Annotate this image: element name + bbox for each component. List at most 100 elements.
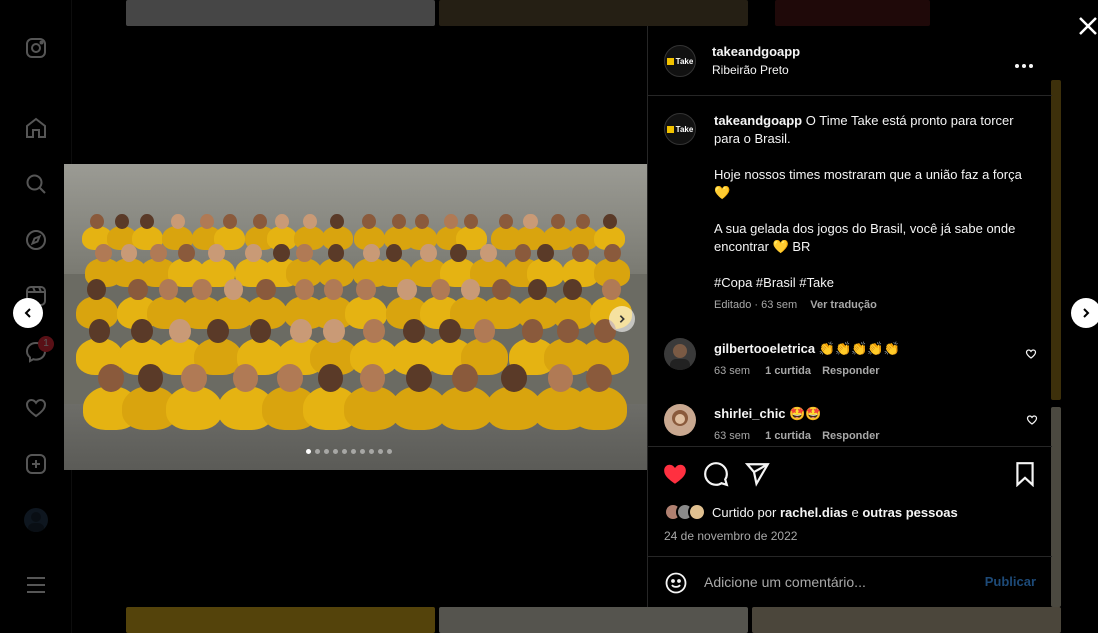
photo-person-head (290, 319, 312, 343)
comment-likes[interactable]: 1 curtida (765, 430, 811, 442)
caption-line: takeandgoapp O Time Take está pronto par… (714, 113, 1014, 146)
photo-person-head (452, 364, 478, 392)
comment-item: shirlei_chic 🤩🤩 63 sem 1 curtida Respond… (714, 406, 1014, 442)
comment-composer: Adicione um comentário... Publicar (648, 556, 1052, 607)
photo-person-head (359, 364, 386, 392)
photo-person-head (170, 214, 185, 230)
photo-person-head (192, 279, 212, 300)
comment-item: gilbertooeletrica 👏👏👏👏👏 63 sem 1 curtida… (714, 341, 1014, 377)
photo-person-head (406, 364, 432, 392)
liked-by-summary: Curtido por rachel.dias e outras pessoas (664, 503, 958, 521)
chevron-right-icon (1083, 308, 1090, 318)
save-bookmark-icon[interactable] (1012, 461, 1038, 487)
photo-person (165, 386, 222, 430)
photo-person-head (295, 244, 313, 263)
reply-button[interactable]: Responder (822, 430, 879, 442)
comment-clip: shirlei_chic 🤩🤩 63 sem 1 curtida Respond… (648, 396, 1052, 446)
close-icon[interactable] (1076, 14, 1098, 38)
photo-person-head (128, 279, 148, 300)
caption-line: A sua gelada dos jogos do Brasil, você j… (714, 221, 1016, 254)
chevron-right-icon (619, 315, 625, 323)
photo-person-head (158, 279, 178, 300)
photo-person-head (438, 319, 461, 343)
photo-person-head (521, 319, 544, 343)
photo-person-head (362, 319, 385, 343)
carousel-dots (306, 449, 392, 454)
photo-person-head (207, 319, 230, 343)
carousel-dot (324, 449, 329, 454)
comment-like-heart-icon[interactable] (1026, 414, 1038, 426)
photo-person-head (585, 364, 612, 392)
photo-person-head (137, 364, 164, 392)
chevron-left-icon (24, 308, 31, 318)
photo-person-head (245, 244, 262, 263)
header-username[interactable]: takeandgoapp (712, 44, 800, 59)
photo-person-head (523, 214, 538, 230)
commenter-avatar[interactable] (664, 404, 696, 436)
liked-by-user[interactable]: rachel.dias (780, 505, 848, 520)
post-panel: Take takeandgoapp Ribeirão Preto Take ta… (647, 26, 1052, 607)
photo-person-head (403, 319, 426, 343)
photo-person-head (572, 244, 589, 263)
photo-person-head (302, 214, 317, 230)
photo-person-head (256, 279, 276, 300)
photo-person-head (363, 244, 380, 263)
carousel-dot (360, 449, 365, 454)
post-actions: Curtido por rachel.dias e outras pessoas… (648, 446, 1052, 556)
photo-person-head (397, 279, 417, 300)
caption-meta: Editado · 63 sem Ver tradução (714, 299, 877, 311)
comment-like-heart-icon[interactable] (1025, 348, 1037, 360)
carousel-dot (315, 449, 320, 454)
photo-person-head (430, 279, 451, 300)
liked-by-others[interactable]: outras pessoas (862, 505, 957, 520)
caption-hashtags[interactable]: #Copa #Brasil #Take (714, 274, 1034, 292)
commenter-avatar[interactable] (664, 338, 696, 370)
take-logo-icon (666, 57, 674, 65)
photo-person (570, 386, 627, 430)
comment-time: 63 sem (714, 430, 751, 442)
photo-person-head (181, 364, 207, 392)
post-photo[interactable] (64, 164, 647, 470)
photo-person-head (537, 244, 554, 263)
previous-post-button[interactable] (13, 298, 43, 328)
share-send-icon[interactable] (744, 461, 770, 487)
comment-username[interactable]: gilbertooeletrica (714, 341, 815, 356)
carousel-dot (333, 449, 338, 454)
photo-person-head (169, 319, 191, 343)
header-location[interactable]: Ribeirão Preto (712, 63, 800, 77)
comment-username[interactable]: shirlei_chic (714, 406, 786, 421)
caption-username[interactable]: takeandgoapp (714, 113, 802, 128)
photo-person-head (420, 244, 437, 263)
carousel-dot (369, 449, 374, 454)
like-heart-filled-icon[interactable] (662, 461, 688, 487)
comment-bubble-icon[interactable] (703, 461, 729, 487)
comment-input[interactable]: Adicione um comentário... (704, 574, 866, 590)
photo-crowd (75, 204, 644, 434)
carousel-dot (378, 449, 383, 454)
photo-person-head (603, 244, 621, 263)
photo-person-head (98, 364, 124, 392)
reply-button[interactable]: Responder (822, 365, 879, 377)
photo-person-head (273, 244, 290, 263)
photo-person-head (323, 279, 343, 300)
photo-next-button[interactable] (609, 306, 635, 332)
comment-likes[interactable]: 1 curtida (765, 365, 811, 377)
carousel-dot (306, 449, 311, 454)
post-date[interactable]: 24 de novembro de 2022 (664, 529, 797, 543)
photo-person-head (95, 244, 112, 263)
photo-person-head (178, 244, 195, 263)
liker-avatars[interactable] (664, 503, 706, 521)
comment-time: 63 sem (714, 365, 751, 377)
comment-text: 👏👏👏👏👏 (818, 341, 900, 356)
publish-button[interactable]: Publicar (985, 574, 1036, 589)
more-options-icon[interactable] (1014, 56, 1034, 68)
translate-link[interactable]: Ver tradução (810, 299, 877, 311)
account-logo[interactable]: Take (664, 45, 696, 77)
photo-person-head (601, 279, 621, 300)
liked-by-text: Curtido por rachel.dias e outras pessoas (712, 504, 958, 520)
photo-person-head (473, 319, 496, 343)
caption-avatar[interactable]: Take (664, 113, 696, 145)
photo-person-head (130, 319, 153, 343)
next-post-button[interactable] (1071, 298, 1098, 328)
emoji-icon[interactable] (664, 571, 688, 595)
